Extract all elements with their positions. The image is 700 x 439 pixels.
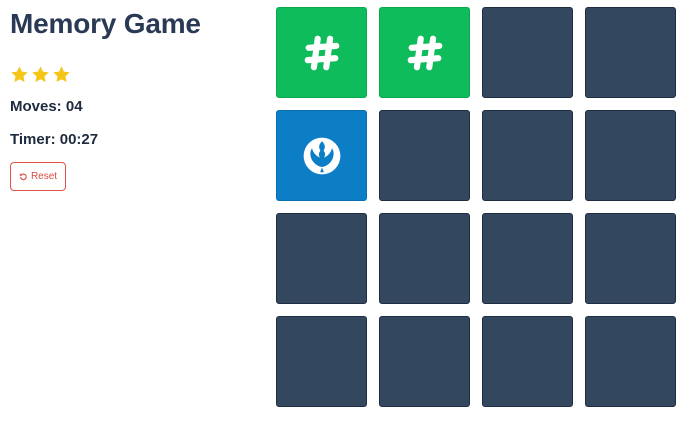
memory-game-page: Memory Game Moves: 04 Timer: 00:27 Reset [0, 0, 700, 439]
card-matched[interactable] [276, 7, 367, 98]
card-face-down[interactable] [482, 110, 573, 201]
card-face-down[interactable] [585, 110, 676, 201]
hashtag-icon [303, 34, 341, 72]
star-rating [10, 65, 71, 85]
star-icon [52, 65, 71, 85]
hashtag-icon [406, 34, 444, 72]
star-icon [31, 65, 50, 85]
reset-label: Reset [30, 171, 58, 182]
card-face-down[interactable] [379, 213, 470, 304]
card-face-down[interactable] [276, 316, 367, 407]
card-face-down[interactable] [276, 213, 367, 304]
card-face-down[interactable] [482, 213, 573, 304]
card-face-down[interactable] [585, 213, 676, 304]
card-matched[interactable] [379, 7, 470, 98]
card-grid [276, 7, 690, 408]
moves-counter: Moves: 04 [10, 98, 83, 115]
timer-display: Timer: 00:27 [10, 131, 99, 148]
card-face-down[interactable] [379, 110, 470, 201]
card-face-down[interactable] [482, 316, 573, 407]
page-title: Memory Game [10, 8, 201, 39]
star-icon [10, 65, 29, 85]
rebel-alliance-icon [301, 135, 343, 177]
card-face-down[interactable] [585, 7, 676, 98]
card-face-down[interactable] [482, 7, 573, 98]
card-open[interactable] [276, 110, 367, 201]
undo-icon [19, 172, 28, 181]
score-panel: Memory Game Moves: 04 Timer: 00:27 Reset [10, 8, 260, 191]
reset-button[interactable]: Reset [10, 162, 66, 191]
card-face-down[interactable] [585, 316, 676, 407]
card-face-down[interactable] [379, 316, 470, 407]
